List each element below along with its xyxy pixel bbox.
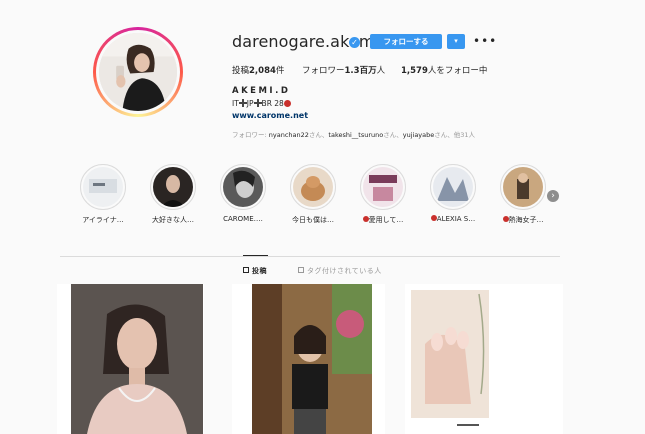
ellipsis-icon[interactable]: ••• — [473, 34, 497, 48]
highlight-cover — [363, 167, 403, 207]
highlight-item[interactable]: ALEXIA S… — [422, 164, 484, 223]
following-label: 人をフォロー中 — [427, 66, 488, 76]
tag-icon — [298, 267, 304, 273]
highlight-label: 大好きな人… — [152, 216, 194, 224]
avatar-image — [99, 33, 177, 111]
posts-label: 投稿 — [232, 66, 250, 76]
followed-by-sep: さん、 — [383, 131, 403, 139]
followed-by-prefix: フォロワー: — [232, 131, 269, 139]
followed-by-sep: さん、 — [308, 131, 329, 139]
profile-avatar[interactable] — [93, 27, 183, 117]
followed-by-suffix: さん、他31人 — [434, 131, 476, 139]
followed-by-user[interactable]: nyanchan22 — [269, 131, 309, 139]
highlight-cover — [83, 167, 123, 207]
grid-icon — [243, 267, 249, 273]
highlight-label: ALEXIA S… — [422, 215, 484, 223]
chevron-down-icon[interactable]: ▾ — [447, 34, 465, 49]
highlight-item[interactable]: 今日も僕は… — [282, 164, 344, 225]
highlight-cover — [503, 167, 543, 207]
highlight-label: CAROME…. — [223, 215, 263, 223]
verified-badge-icon: ✓ — [349, 37, 360, 48]
followers-stat[interactable]: フォロワー1.3百万人 — [302, 64, 385, 76]
posts-suffix: 件 — [275, 66, 285, 76]
cross-icon — [253, 99, 262, 107]
highlight-ring — [150, 164, 196, 210]
highlight-label: 今日も僕は… — [292, 216, 334, 224]
followed-by-user[interactable]: yujiayabe — [403, 131, 435, 139]
highlight-ring — [290, 164, 336, 210]
highlight-label-text: 熱海女子… — [508, 216, 544, 224]
highlight-ring — [430, 164, 476, 210]
tab-posts[interactable]: 投稿 — [243, 266, 267, 276]
cross-icon — [238, 99, 247, 107]
highlight-cover — [223, 167, 263, 207]
post-thumbnail[interactable] — [57, 284, 204, 434]
highlight-ring — [220, 164, 266, 210]
tab-tagged[interactable]: タグ付けされている人 — [298, 266, 382, 276]
bio-line: IT JP BR 28 — [232, 98, 291, 108]
highlight-ring — [500, 164, 546, 210]
highlight-item[interactable]: 大好きな人… — [142, 164, 204, 225]
avatar-inner — [96, 30, 180, 114]
website-link[interactable]: www.carome.net — [232, 111, 308, 120]
post-thumbnail[interactable] — [232, 284, 385, 434]
posts-count: 2,084 — [249, 66, 276, 76]
display-name: AKEMI.D — [232, 86, 291, 96]
bio-part-1: IT — [232, 99, 239, 108]
followers-label: フォロワー — [302, 66, 345, 76]
highlight-item[interactable]: 熱海女子… — [492, 164, 554, 225]
highlight-ring — [360, 164, 406, 210]
bio-part-3: BR 28 — [261, 99, 284, 108]
posts-stat: 投稿2,084件 — [232, 64, 284, 76]
highlight-label: アイライナ… — [82, 216, 124, 224]
tab-posts-label: 投稿 — [252, 267, 267, 275]
followers-suffix: 人 — [376, 66, 386, 76]
highlight-cover — [293, 167, 333, 207]
tabs-divider — [60, 256, 560, 257]
highlight-item[interactable]: 愛用して… — [352, 164, 414, 225]
highlight-cover — [153, 167, 193, 207]
follow-button[interactable]: フォローする — [370, 34, 442, 49]
highlight-cover — [433, 167, 473, 207]
highlight-label: 愛用して… — [352, 215, 414, 225]
chevron-right-icon[interactable]: › — [547, 190, 559, 202]
post-thumbnail[interactable] — [405, 284, 563, 434]
following-stat[interactable]: 1,579人をフォロー中 — [401, 64, 487, 76]
tab-tagged-label: タグ付けされている人 — [307, 267, 382, 275]
highlight-item[interactable]: CAROME…. — [212, 164, 274, 223]
followed-by-user[interactable]: takeshi__tsuruno — [328, 131, 383, 139]
followers-count: 1.3百万 — [344, 66, 377, 76]
following-count: 1,579 — [401, 66, 428, 76]
highlight-ring — [80, 164, 126, 210]
active-tab-indicator — [243, 255, 268, 256]
highlight-label-text: 愛用して… — [368, 216, 404, 224]
rose-icon — [283, 100, 291, 107]
bio-part-2: JP — [246, 99, 254, 108]
highlight-item[interactable]: アイライナ… — [72, 164, 134, 225]
followed-by[interactable]: フォロワー: nyanchan22さん、takeshi__tsurunoさん、y… — [232, 129, 475, 139]
highlight-label-text: ALEXIA S… — [436, 215, 476, 223]
highlight-label: 熱海女子… — [492, 215, 554, 225]
story-highlights: アイライナ… 大好きな人… CAROME…. 今日も僕は… 愛用して… ALEX… — [72, 164, 572, 234]
